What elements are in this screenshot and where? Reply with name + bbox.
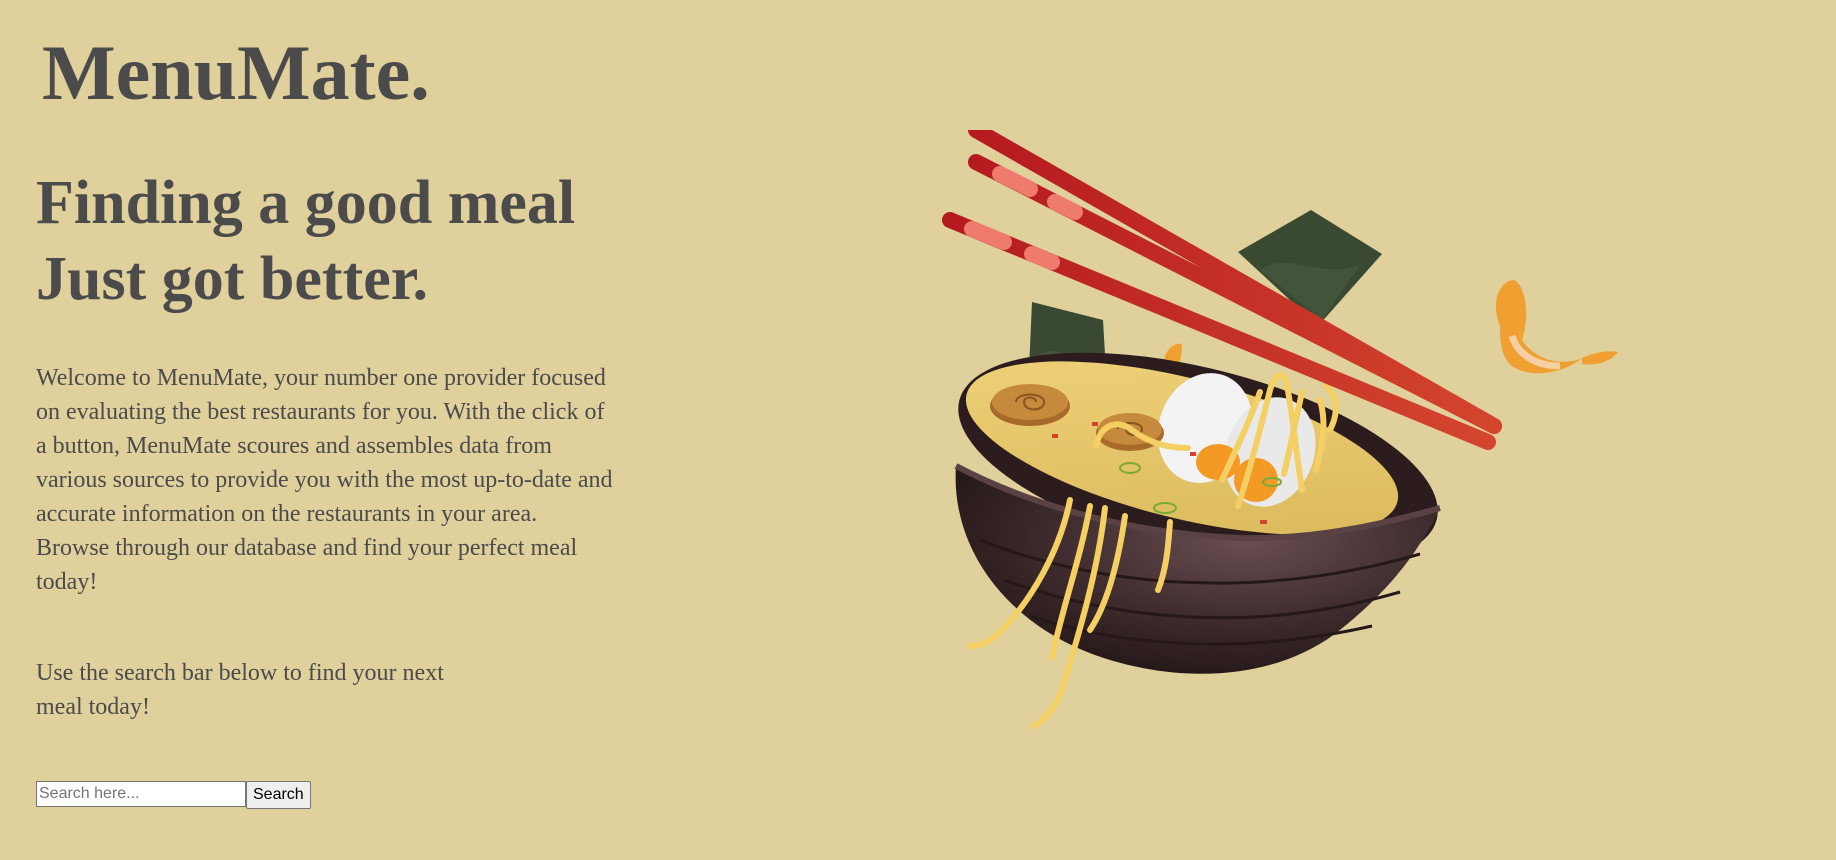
site-logo: MenuMate. — [42, 29, 430, 116]
search-form: Search — [36, 781, 311, 809]
hero-headline: Finding a good meal Just got better. — [36, 165, 575, 317]
shrimp-right — [1495, 280, 1618, 374]
landing-page: MenuMate. Finding a good meal Just got b… — [0, 0, 1836, 860]
hero-headline-line-2: Just got better. — [36, 245, 429, 313]
search-input[interactable] — [36, 781, 246, 807]
hero-headline-line-1: Finding a good meal — [36, 169, 576, 237]
intro-paragraph: Welcome to MenuMate, your number one pro… — [36, 365, 613, 595]
search-button[interactable]: Search — [246, 781, 311, 809]
search-prompt-text: Use the search bar below to find your ne… — [36, 660, 444, 720]
ramen-bowl-illustration — [942, 130, 1618, 729]
